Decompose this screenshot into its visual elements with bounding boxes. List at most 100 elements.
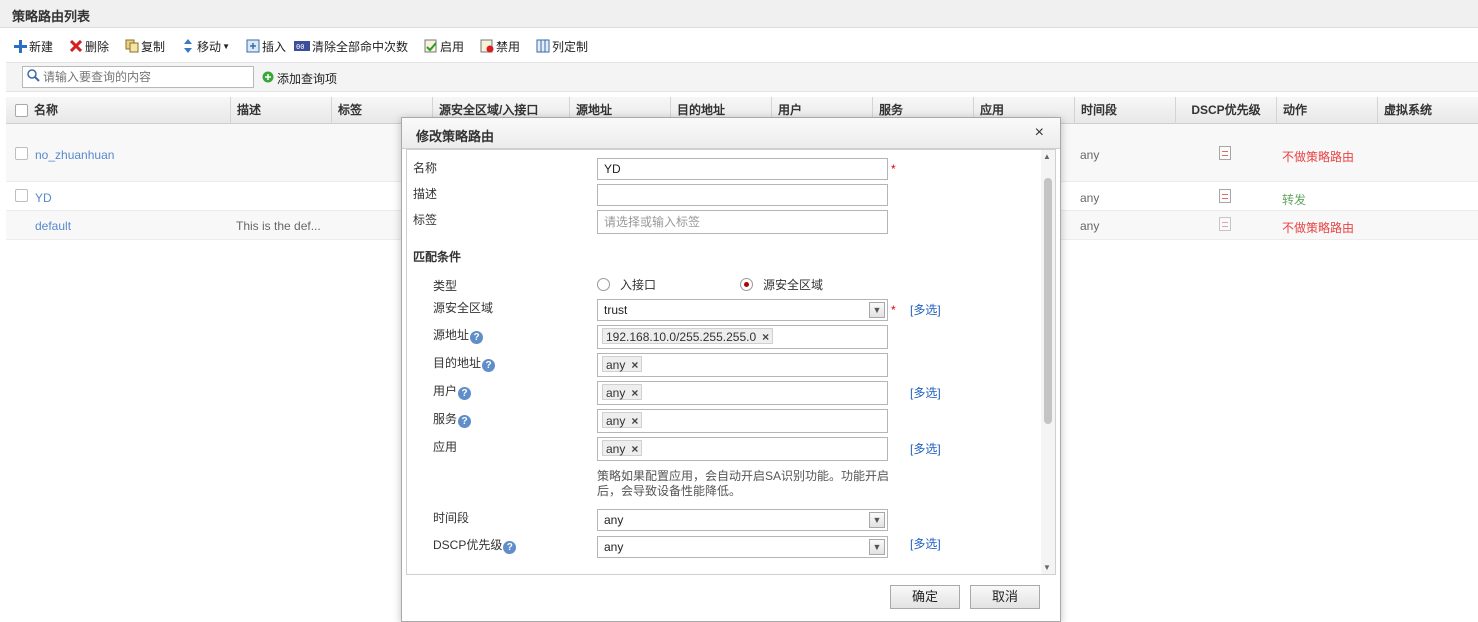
radio-on-icon (740, 278, 753, 291)
add-circle-icon (262, 71, 274, 86)
insert-label: 插入 (261, 39, 286, 54)
cancel-button[interactable]: 取消 (970, 585, 1040, 609)
help-icon[interactable]: ? (503, 541, 517, 554)
remove-tag-icon[interactable]: × (762, 330, 769, 344)
disable-icon (480, 39, 494, 53)
dst-addr-field[interactable]: any × (597, 353, 888, 377)
type-radio-interface[interactable]: 入接口 (597, 276, 656, 293)
help-icon[interactable]: ? (470, 331, 484, 344)
user-label: 用户? (433, 382, 472, 400)
type-option-zone: 源安全区域 (763, 278, 824, 292)
scroll-up-icon[interactable]: ▲ (1043, 152, 1051, 161)
disable-button[interactable]: 禁用 (477, 35, 523, 57)
clear-hits-button[interactable]: 00 清除全部命中次数 (291, 35, 411, 57)
user-multi-select[interactable]: [多选] (910, 384, 941, 401)
scrollbar-thumb[interactable] (1044, 178, 1052, 424)
insert-icon (246, 39, 260, 53)
help-icon[interactable]: ? (458, 415, 472, 428)
remove-tag-icon[interactable]: × (631, 442, 638, 456)
desc-field[interactable] (597, 184, 888, 206)
src-zone-select[interactable]: trust ▼ (597, 299, 888, 321)
clear-hits-label: 清除全部命中次数 (312, 39, 409, 54)
delete-button[interactable]: 删除 (66, 35, 112, 57)
dst-addr-tag: any × (602, 356, 643, 372)
dscp-multi-select[interactable]: [多选] (910, 535, 941, 552)
service-field[interactable]: any × (597, 409, 888, 433)
name-label: 名称 (413, 161, 438, 175)
scroll-down-icon[interactable]: ▼ (1043, 563, 1051, 572)
search-bar: 添加查询项 (6, 62, 1478, 92)
select-all-checkbox[interactable] (6, 97, 28, 124)
close-icon[interactable]: × (1035, 124, 1044, 142)
remove-tag-icon[interactable]: × (631, 386, 638, 400)
app-multi-select[interactable]: [多选] (910, 440, 941, 457)
col-vsys[interactable]: 虚拟系统 (1378, 97, 1478, 124)
src-addr-tag: 192.168.10.0/255.255.255.0 × (602, 328, 774, 344)
time-label: 时间段 (433, 511, 470, 525)
dialog-scrollbar[interactable]: ▲ ▼ (1041, 150, 1055, 574)
chevron-down-icon[interactable]: ▼ (869, 539, 885, 555)
service-label: 服务? (433, 410, 472, 428)
new-label: 新建 (29, 39, 54, 54)
delete-x-icon (69, 39, 83, 53)
search-input[interactable] (43, 70, 253, 84)
insert-button[interactable]: 插入 (243, 35, 289, 57)
remove-tag-icon[interactable]: × (631, 358, 638, 372)
name-field[interactable]: YD (597, 158, 888, 180)
new-button[interactable]: 新建 (10, 35, 56, 57)
ok-button[interactable]: 确定 (890, 585, 960, 609)
move-updown-icon (181, 39, 195, 53)
columns-icon (536, 39, 550, 53)
svg-text:00: 00 (296, 43, 304, 51)
app-note: 策略如果配置应用，会自动开启SA识别功能。功能开启 后，会导致设备性能降低。 (597, 469, 890, 498)
move-button[interactable]: 移动 ▼ (178, 35, 233, 57)
type-radio-zone[interactable]: 源安全区域 (740, 276, 823, 293)
dst-addr-label: 目的地址? (433, 354, 496, 372)
app-field[interactable]: any × (597, 437, 888, 461)
app-tag: any × (602, 440, 643, 456)
add-query-button[interactable]: 添加查询项 (262, 70, 337, 87)
dscp-select[interactable]: any ▼ (597, 536, 888, 558)
enable-icon (424, 39, 438, 53)
help-icon[interactable]: ? (482, 359, 496, 372)
delete-label: 删除 (85, 39, 110, 54)
help-icon[interactable]: ? (458, 387, 472, 400)
col-desc[interactable]: 描述 (231, 97, 332, 124)
type-option-interface: 入接口 (620, 278, 657, 292)
col-time[interactable]: 时间段 (1075, 97, 1176, 124)
src-zone-multi-select[interactable]: [多选] (910, 301, 941, 318)
counter-icon: 00 (294, 39, 310, 53)
copy-label: 复制 (141, 39, 166, 54)
chevron-down-icon[interactable]: ▼ (869, 302, 885, 318)
required-mark: * (891, 303, 896, 317)
user-field[interactable]: any × (597, 381, 888, 405)
chevron-down-icon[interactable]: ▼ (869, 512, 885, 528)
chevron-down-icon: ▼ (222, 41, 230, 51)
src-addr-label: 源地址? (433, 326, 484, 344)
disable-label: 禁用 (496, 39, 521, 54)
dialog-title: 修改策略路由 (416, 129, 495, 144)
toolbar: 新建 删除 复制 移动 ▼ 插入 00 清除全部命中次数 启用 禁用 列定制 (10, 34, 1478, 58)
search-icon (27, 69, 40, 85)
radio-off-icon (597, 278, 610, 291)
move-label: 移动 (197, 39, 222, 54)
dialog-title-bar: 修改策略路由 × (402, 118, 1060, 149)
col-name[interactable]: 名称 (28, 97, 231, 124)
dscp-label: DSCP优先级? (433, 536, 517, 554)
edit-policy-route-dialog: 修改策略路由 × 名称 YD * 描述 标签 请选择或输入标签 匹配条件 类型 … (401, 117, 1061, 622)
dialog-body: 名称 YD * 描述 标签 请选择或输入标签 匹配条件 类型 入接口 源安全区域… (406, 149, 1056, 575)
search-box (22, 66, 254, 88)
page-title: 策略路由列表 (0, 0, 1478, 28)
remove-tag-icon[interactable]: × (631, 414, 638, 428)
col-dscp[interactable]: DSCP优先级 (1176, 97, 1277, 124)
time-select[interactable]: any ▼ (597, 509, 888, 531)
time-value: any (604, 513, 624, 527)
enable-button[interactable]: 启用 (421, 35, 467, 57)
tag-field[interactable]: 请选择或输入标签 (597, 210, 888, 234)
src-zone-label: 源安全区域 (433, 301, 494, 315)
tag-label: 标签 (413, 213, 438, 227)
col-action[interactable]: 动作 (1277, 97, 1378, 124)
src-addr-field[interactable]: 192.168.10.0/255.255.255.0 × (597, 325, 888, 349)
copy-button[interactable]: 复制 (122, 35, 168, 57)
customize-columns-button[interactable]: 列定制 (533, 35, 591, 57)
